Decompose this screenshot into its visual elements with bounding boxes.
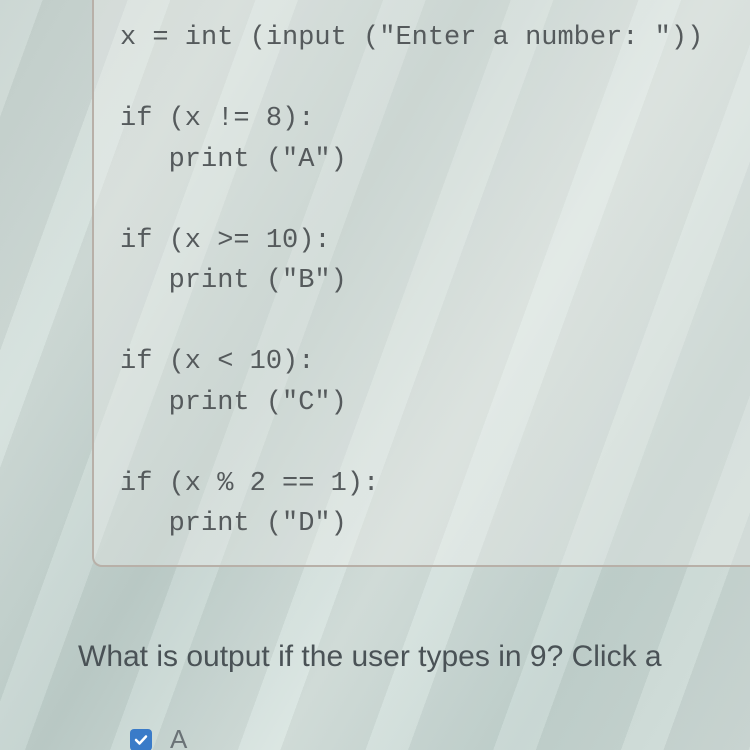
answer-option-a[interactable]: A	[130, 724, 187, 750]
code-line: print ("C")	[120, 388, 347, 418]
code-line: if (x < 10):	[120, 347, 314, 377]
question-text: What is output if the user types in 9? C…	[78, 640, 662, 674]
checkbox-checked-icon[interactable]	[130, 729, 152, 750]
code-line: if (x != 8):	[120, 104, 314, 134]
code-line: print ("D")	[120, 509, 347, 539]
code-line: if (x >= 10):	[120, 226, 331, 256]
answer-label: A	[170, 724, 187, 750]
code-line: print ("A")	[120, 145, 347, 175]
code-line: print ("B")	[120, 266, 347, 296]
code-block: x = int (input ("Enter a number: ")) if …	[92, 0, 750, 567]
code-line: if (x % 2 == 1):	[120, 469, 379, 499]
code-line: x = int (input ("Enter a number: "))	[120, 23, 703, 53]
